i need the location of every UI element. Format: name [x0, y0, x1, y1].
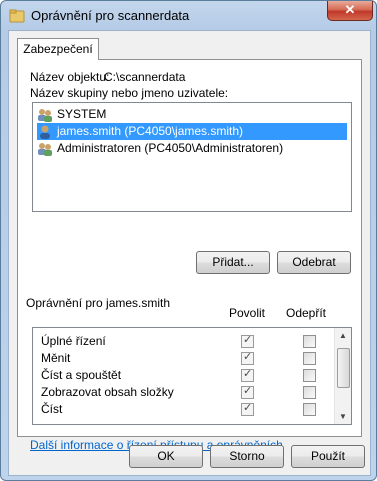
remove-button[interactable]: Odebrat: [277, 251, 351, 274]
object-name-label: Název objektu:: [30, 70, 110, 84]
allow-column-header: Povolit: [229, 306, 266, 320]
apply-button[interactable]: Použít: [291, 445, 365, 468]
permissions-label: Oprávnění pro james.smith: [26, 296, 171, 310]
ok-button[interactable]: OK: [129, 445, 203, 468]
groups-label: Název skupiny nebo jmeno uzivatele:: [30, 86, 229, 100]
scrollbar-thumb[interactable]: [337, 348, 350, 388]
allow-checkbox[interactable]: [241, 350, 254, 365]
deny-checkbox[interactable]: [303, 369, 316, 382]
list-item-label: james.smith (PC4050\james.smith): [57, 124, 244, 139]
permission-row-list-folder: Zobrazovat obsah složky: [33, 383, 333, 401]
list-item-label: SYSTEM: [57, 107, 107, 122]
dialog-body: Zabezpečení Název objektu: C:\scannerdat…: [8, 30, 371, 476]
allow-checkbox[interactable]: [241, 367, 254, 382]
deny-checkbox[interactable]: [303, 403, 316, 416]
deny-checkbox[interactable]: [303, 335, 316, 348]
close-button[interactable]: ✕: [327, 1, 373, 21]
window-title: Oprávnění pro scannerdata: [31, 8, 190, 23]
permission-row-read: Číst: [33, 400, 333, 418]
object-name-value: C:\scannerdata: [104, 70, 186, 84]
close-icon: ✕: [344, 2, 356, 17]
groups-listbox[interactable]: SYSTEM james.smith (PC4050\james.smith) …: [32, 102, 352, 212]
user-icon: [40, 125, 50, 139]
security-panel: Název objektu: C:\scannerdata Název skup…: [17, 59, 362, 452]
deny-checkbox[interactable]: [303, 352, 316, 365]
tab-security[interactable]: Zabezpečení: [17, 38, 99, 60]
allow-checkbox[interactable]: [241, 401, 254, 416]
permission-row-read-execute: Číst a spouštět: [33, 366, 333, 384]
group-icon: [38, 108, 52, 122]
permission-row-full-control: Úplné řízení: [33, 332, 333, 350]
permission-name: Zobrazovat obsah složky: [41, 385, 174, 399]
allow-checkbox[interactable]: [241, 333, 254, 348]
cancel-button[interactable]: Storno: [210, 445, 284, 468]
list-item-system[interactable]: SYSTEM: [37, 106, 106, 123]
permission-name: Úplné řízení: [41, 334, 106, 348]
scroll-down-arrow-icon[interactable]: ▼: [339, 412, 347, 421]
deny-checkbox[interactable]: [303, 386, 316, 399]
folder-icon: [9, 9, 25, 23]
permissions-dialog: Oprávnění pro scannerdata ✕ Zabezpečení …: [0, 0, 377, 481]
permission-name: Číst: [41, 402, 63, 416]
permission-row-modify: Měnit: [33, 349, 333, 367]
title-bar[interactable]: Oprávnění pro scannerdata ✕: [1, 1, 376, 31]
permission-name: Číst a spouštět: [41, 368, 122, 382]
permissions-listbox[interactable]: Úplné řízení Měnit Číst a spouštět Zobra…: [32, 327, 352, 425]
permission-name: Měnit: [41, 351, 71, 365]
scroll-up-arrow-icon[interactable]: ▲: [339, 331, 347, 340]
allow-checkbox[interactable]: [241, 384, 254, 399]
list-item-james-smith[interactable]: james.smith (PC4050\james.smith): [37, 123, 347, 140]
permissions-scrollbar[interactable]: ▲ ▼: [334, 328, 351, 424]
add-button[interactable]: Přidat...: [196, 251, 270, 274]
list-item-label: Administratoren (PC4050\Administratoren): [57, 141, 284, 156]
deny-column-header: Odepřít: [286, 306, 327, 320]
list-item-administratoren[interactable]: Administratoren (PC4050\Administratoren): [37, 140, 283, 157]
group-icon: [38, 142, 52, 156]
